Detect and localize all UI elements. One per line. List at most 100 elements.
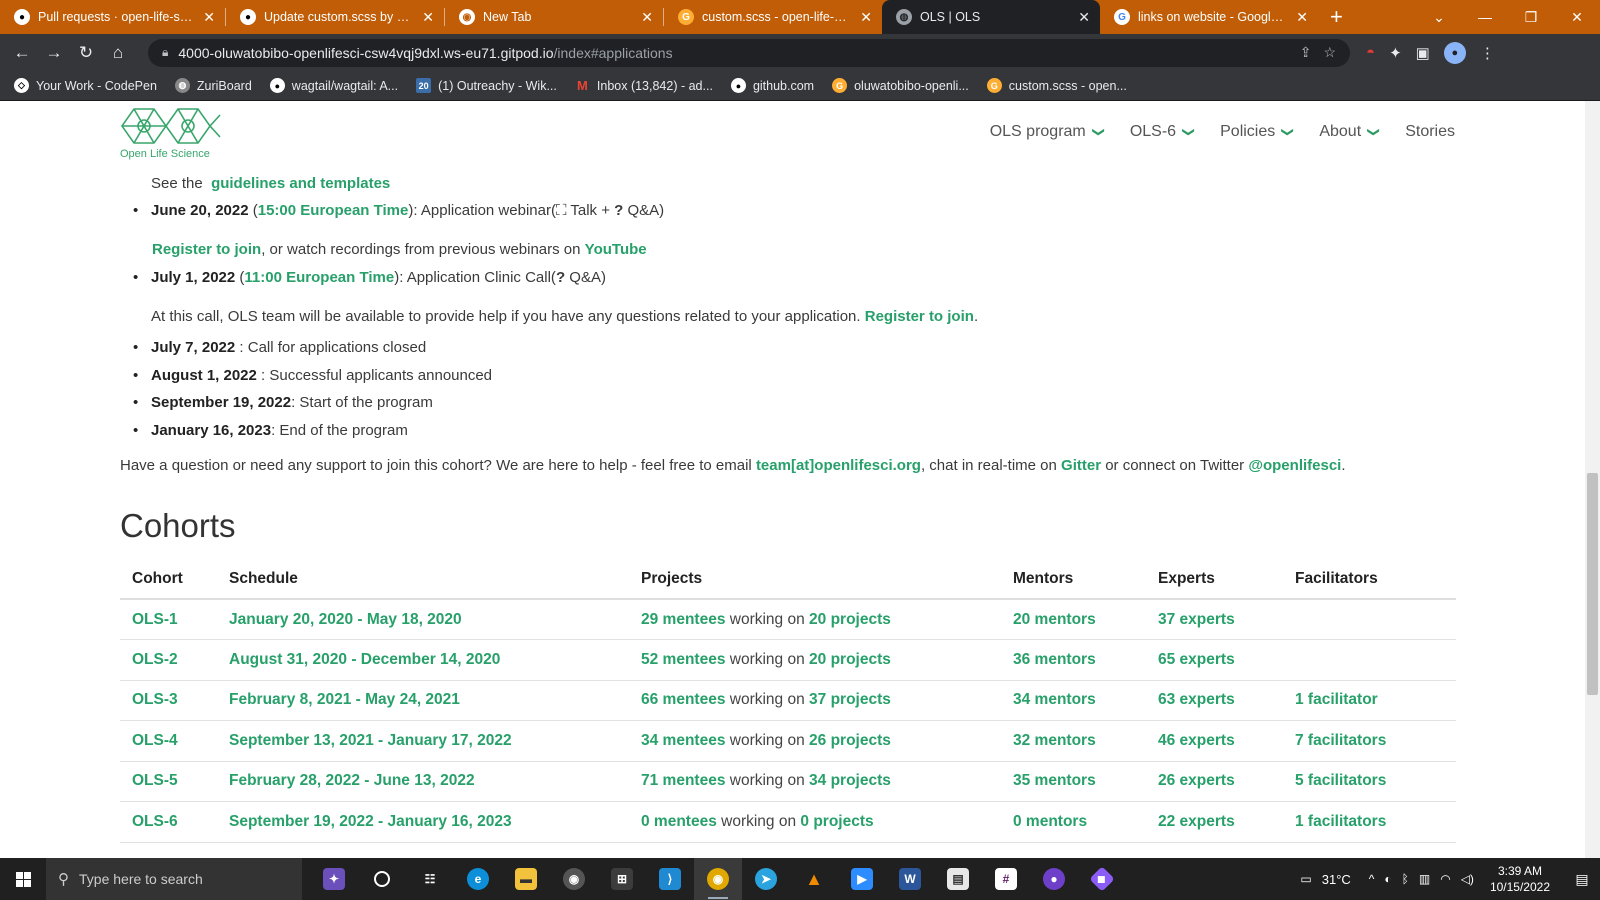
bookmark-item[interactable]: ◍ ZuriBoard — [174, 78, 252, 93]
mentees-link[interactable]: 0 mentees — [641, 813, 717, 830]
cortana-icon[interactable] — [358, 858, 406, 900]
browser-tab[interactable]: ● Update custom.scss by oluwa ✕ — [226, 0, 444, 34]
bookmark-item[interactable]: Goluwatobibo-openli... — [832, 78, 969, 93]
experts-link[interactable]: 22 experts — [1158, 813, 1235, 830]
guidelines-link[interactable]: guidelines and templates — [211, 175, 390, 192]
schedule-link[interactable]: February 8, 2021 - May 24, 2021 — [229, 691, 460, 708]
zoom-icon[interactable]: ▶ — [838, 858, 886, 900]
cohort-link[interactable]: OLS-2 — [132, 651, 178, 668]
home-icon[interactable]: ⌂ — [102, 43, 134, 63]
files-icon[interactable]: ▤ — [934, 858, 982, 900]
tab-search-icon[interactable]: ⌄ — [1416, 9, 1462, 26]
register-link[interactable]: Register to join — [152, 241, 261, 258]
temperature[interactable]: 31°C — [1322, 872, 1351, 887]
schedule-link[interactable]: September 13, 2021 - January 17, 2022 — [229, 732, 512, 749]
close-icon[interactable]: ✕ — [641, 9, 653, 26]
restore-icon[interactable]: ❐ — [1508, 9, 1554, 26]
projects-link[interactable]: 20 projects — [809, 651, 891, 668]
close-icon[interactable]: ✕ — [203, 9, 215, 26]
email-link[interactable]: team[at]openlifesci.org — [756, 457, 921, 474]
schedule-link[interactable]: September 19, 2022 - January 16, 2023 — [229, 813, 512, 830]
pokeball-extension-icon[interactable]: ◓ — [1366, 44, 1375, 61]
bookmark-item[interactable]: 20 (1) Outreachy - Wik... — [416, 78, 557, 93]
experts-link[interactable]: 63 experts — [1158, 691, 1235, 708]
close-window-icon[interactable]: ✕ — [1554, 9, 1600, 26]
facilitators-link[interactable]: 1 facilitators — [1295, 813, 1386, 830]
word-icon[interactable]: W — [886, 858, 934, 900]
facilitators-link[interactable]: 7 facilitators — [1295, 732, 1386, 749]
cohort-link[interactable]: OLS-5 — [132, 772, 178, 789]
start-button[interactable] — [0, 858, 46, 900]
cohort-link[interactable]: OLS-3 — [132, 691, 178, 708]
task-view-icon[interactable]: ☷ — [406, 858, 454, 900]
page-scrollbar[interactable] — [1585, 101, 1600, 858]
schedule-link[interactable]: January 20, 2020 - May 18, 2020 — [229, 611, 462, 628]
scrollbar-thumb[interactable] — [1587, 473, 1598, 695]
mentors-link[interactable]: 0 mentors — [1013, 813, 1087, 830]
bookmark-item[interactable]: M Inbox (13,842) - ad... — [575, 78, 713, 93]
twitter-link[interactable]: @openlifesci — [1248, 457, 1341, 474]
cohort-link[interactable]: OLS-6 — [132, 813, 178, 830]
git-icon[interactable]: ◆ — [1078, 858, 1126, 900]
nav-policies[interactable]: Policies ❯ — [1220, 123, 1295, 141]
nav-ols-6[interactable]: OLS-6 ❯ — [1130, 123, 1196, 141]
network-icon[interactable]: ▥ — [1419, 872, 1430, 886]
site-logo[interactable]: Open Life Science — [120, 105, 225, 160]
clock[interactable]: 3:39 AM 10/15/2022 — [1490, 863, 1550, 895]
new-tab-button[interactable]: + — [1330, 0, 1343, 34]
bookmark-item[interactable]: ● github.com — [730, 78, 814, 93]
chevron-up-icon[interactable]: ^ — [1369, 872, 1375, 886]
mentees-link[interactable]: 71 mentees — [641, 772, 725, 789]
profile-avatar[interactable]: ● — [1443, 41, 1466, 64]
forward-icon[interactable]: → — [38, 43, 70, 63]
file-explorer-icon[interactable]: ▬ — [502, 858, 550, 900]
youtube-link[interactable]: YouTube — [585, 241, 647, 258]
projects-link[interactable]: 37 projects — [809, 691, 891, 708]
mentors-link[interactable]: 35 mentors — [1013, 772, 1096, 789]
edge-icon[interactable]: e — [454, 858, 502, 900]
nav-about[interactable]: About ❯ — [1319, 123, 1381, 141]
store-icon[interactable]: ⊞ — [598, 858, 646, 900]
browser-tab[interactable]: G custom.scss - open-life-scienc ✕ — [664, 0, 882, 34]
projects-link[interactable]: 26 projects — [809, 732, 891, 749]
side-panel-icon[interactable]: ▣ — [1416, 44, 1430, 62]
mentees-link[interactable]: 66 mentees — [641, 691, 725, 708]
clinic-register-link[interactable]: Register to join — [865, 308, 974, 325]
projects-link[interactable]: 20 projects — [809, 611, 891, 628]
menu-icon[interactable]: ⋮ — [1480, 44, 1495, 62]
telegram-icon[interactable]: ➤ — [742, 858, 790, 900]
github-desktop-icon[interactable]: ● — [1030, 858, 1078, 900]
browser-tab[interactable]: G links on website - Google Sea ✕ — [1100, 0, 1318, 34]
close-icon[interactable]: ✕ — [860, 9, 872, 26]
experts-link[interactable]: 37 experts — [1158, 611, 1235, 628]
search-highlight-icon[interactable]: ✦ — [310, 858, 358, 900]
weather-icon[interactable]: ▭ — [1300, 872, 1311, 886]
vlc-icon[interactable]: ▲ — [790, 858, 838, 900]
chrome-icon[interactable]: ◉ — [694, 858, 742, 900]
browser-tab[interactable]: ◉ New Tab ✕ — [445, 0, 663, 34]
mentees-link[interactable]: 34 mentees — [641, 732, 725, 749]
bookmark-item[interactable]: ◇ Your Work - CodePen — [14, 78, 157, 93]
projects-link[interactable]: 34 projects — [809, 772, 891, 789]
close-icon[interactable]: ✕ — [422, 9, 434, 26]
minimize-icon[interactable]: — — [1462, 9, 1508, 25]
schedule-link[interactable]: August 31, 2020 - December 14, 2020 — [229, 651, 500, 668]
bluetooth-icon[interactable]: ᛒ — [1402, 872, 1409, 886]
wifi-icon[interactable]: ◠ — [1440, 872, 1450, 886]
close-icon[interactable]: ✕ — [1078, 9, 1090, 26]
gitter-link[interactable]: Gitter — [1061, 457, 1101, 474]
mentors-link[interactable]: 32 mentors — [1013, 732, 1096, 749]
bookmark-star-icon[interactable]: ☆ — [1323, 44, 1336, 61]
app-tray-icon[interactable]: ◐ — [1384, 872, 1391, 886]
schedule-link[interactable]: February 28, 2022 - June 13, 2022 — [229, 772, 475, 789]
mentors-link[interactable]: 36 mentors — [1013, 651, 1096, 668]
media-icon[interactable]: ◉ — [550, 858, 598, 900]
mentors-link[interactable]: 20 mentors — [1013, 611, 1096, 628]
volume-icon[interactable]: ◁) — [1461, 872, 1474, 886]
reload-icon[interactable]: ↻ — [70, 43, 102, 63]
address-bar[interactable]: 🔒︎ 4000-oluwatobibo-openlifesci-csw4vqj9… — [148, 38, 1350, 67]
back-icon[interactable]: ← — [6, 43, 38, 63]
experts-link[interactable]: 65 experts — [1158, 651, 1235, 668]
share-icon[interactable]: ⇪ — [1300, 44, 1312, 61]
browser-tab[interactable]: ● Pull requests · open-life-scien ✕ — [0, 0, 225, 34]
